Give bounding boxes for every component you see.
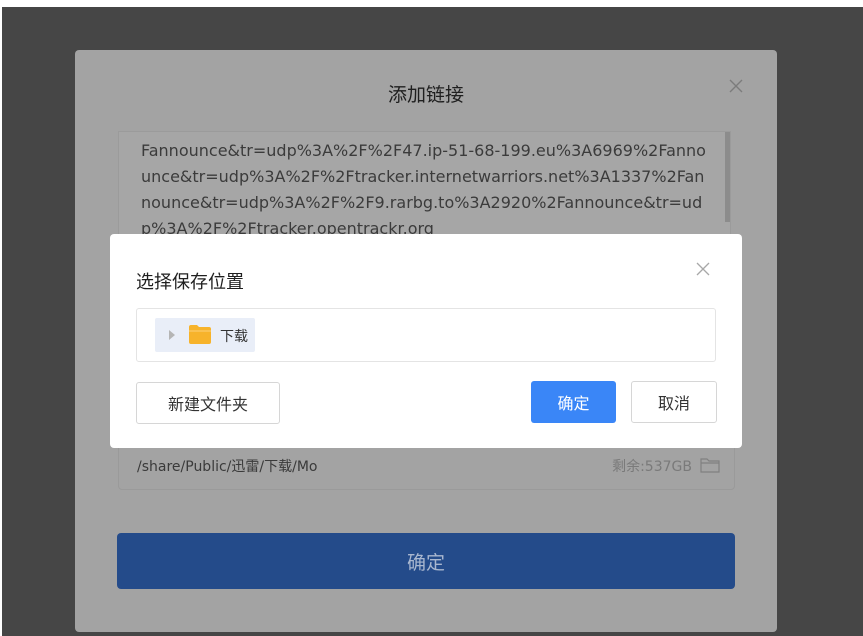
close-icon[interactable] [725,75,747,97]
scrollbar[interactable] [725,132,730,222]
dialog-title: 添加链接 [387,84,464,106]
tree-item-label: 下载 [220,329,248,345]
tree-item-download[interactable]: 下载 [155,318,255,352]
save-location-dialog: 选择保存位置 下载 新建文件夹 确定 取消 [110,234,742,448]
free-space-label: 剩余:537GB [612,459,692,475]
expand-arrow-icon[interactable] [169,330,175,340]
folder-tree: 下载 [136,308,716,362]
save-path-field[interactable]: /share/Public/迅雷/下载/Mo 剩余:537GB [118,442,735,490]
link-text: Fannounce&tr=udp%3A%2F%2F47.ip-51-68-199… [141,141,706,238]
new-folder-button[interactable]: 新建文件夹 [136,382,280,424]
confirm-button[interactable]: 确定 [117,533,735,589]
link-input[interactable]: Fannounce&tr=udp%3A%2F%2F47.ip-51-68-199… [118,131,731,243]
close-icon[interactable] [694,260,712,278]
cancel-button[interactable]: 取消 [631,381,717,423]
folder-icon [189,325,211,344]
confirm-button[interactable]: 确定 [531,381,616,423]
save-path-text: /share/Public/迅雷/下载/Mo [137,459,318,475]
folder-icon[interactable] [700,457,720,473]
dialog-title: 选择保存位置 [136,272,244,293]
